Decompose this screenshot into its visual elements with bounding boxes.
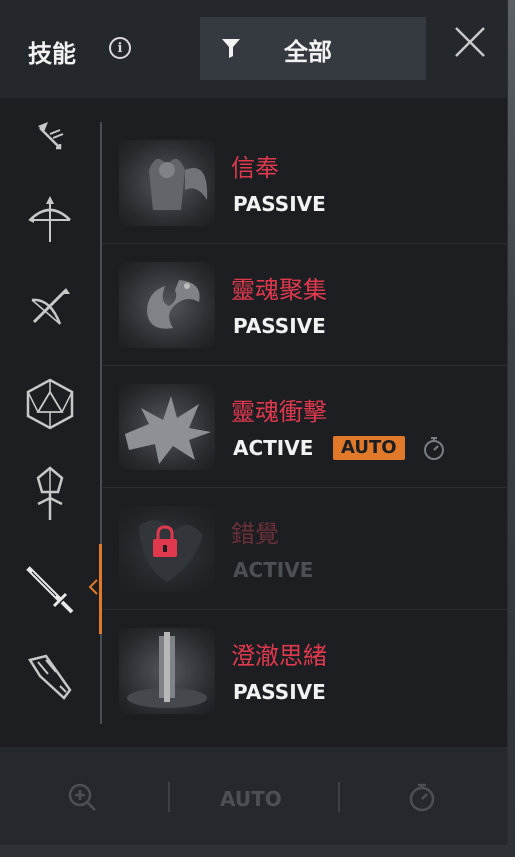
- filter-icon: [222, 39, 240, 58]
- winged-figure-icon: [119, 140, 215, 226]
- stopwatch-icon[interactable]: [406, 781, 438, 813]
- light-pillar-icon: [119, 628, 215, 714]
- skill-type: ACTIVE: [233, 436, 314, 460]
- panel-header: 技能 i 全部: [0, 0, 507, 98]
- filter-label: 全部: [284, 38, 332, 66]
- skill-name: 靈魂衝擊: [231, 398, 327, 426]
- dragon-icon: [119, 262, 215, 348]
- skills-panel: 技能 i 全部 信奉 PASSIVE 靈魂聚集 PASSIVE 靈魂衝擊 ACT…: [0, 0, 508, 845]
- stopwatch-icon[interactable]: [421, 435, 447, 461]
- skill-name: 錯覺: [231, 520, 279, 548]
- footer-divider: [338, 782, 340, 812]
- explosion-icon: [119, 384, 215, 470]
- skill-name: 信奉: [231, 154, 279, 182]
- selected-category-indicator: [99, 544, 102, 634]
- close-icon[interactable]: [453, 25, 487, 59]
- info-icon[interactable]: i: [109, 37, 131, 59]
- skill-row[interactable]: 信奉 PASSIVE: [103, 122, 507, 244]
- auto-button[interactable]: AUTO: [220, 787, 282, 811]
- auto-badge: AUTO: [333, 436, 405, 460]
- skill-row[interactable]: 靈魂聚集 PASSIVE: [103, 244, 507, 366]
- skill-row[interactable]: 澄澈思緒 PASSIVE: [103, 610, 507, 731]
- skill-type: PASSIVE: [233, 314, 326, 338]
- skill-type: PASSIVE: [233, 680, 326, 704]
- lock-icon: [153, 525, 177, 557]
- skill-row[interactable]: 靈魂衝擊 ACTIVE AUTO: [103, 366, 507, 488]
- bow-icon[interactable]: [20, 190, 80, 250]
- selected-arrow-icon: [88, 579, 98, 595]
- skill-row-locked[interactable]: 錯覺 ACTIVE: [103, 488, 507, 610]
- gauntlet-icon[interactable]: [20, 646, 80, 706]
- winged-arrow-icon[interactable]: [20, 108, 80, 168]
- skill-list: 信奉 PASSIVE 靈魂聚集 PASSIVE 靈魂衝擊 ACTIVE AUTO: [103, 122, 507, 737]
- crystal-staff-icon[interactable]: [20, 464, 80, 524]
- sword-icon[interactable]: [20, 560, 80, 620]
- skill-name: 澄澈思緒: [231, 642, 327, 670]
- skill-name: 靈魂聚集: [231, 276, 327, 304]
- filter-button[interactable]: 全部: [200, 17, 426, 80]
- zoom-in-icon[interactable]: [66, 781, 98, 813]
- footer-divider: [168, 782, 170, 812]
- panel-title: 技能: [28, 40, 76, 68]
- footer-bar: AUTO: [0, 747, 507, 845]
- crossbow-icon[interactable]: [20, 278, 80, 338]
- skill-type: ACTIVE: [233, 558, 314, 582]
- polyhedron-icon[interactable]: [20, 374, 80, 434]
- skill-type: PASSIVE: [233, 192, 326, 216]
- category-sidebar: [0, 98, 100, 746]
